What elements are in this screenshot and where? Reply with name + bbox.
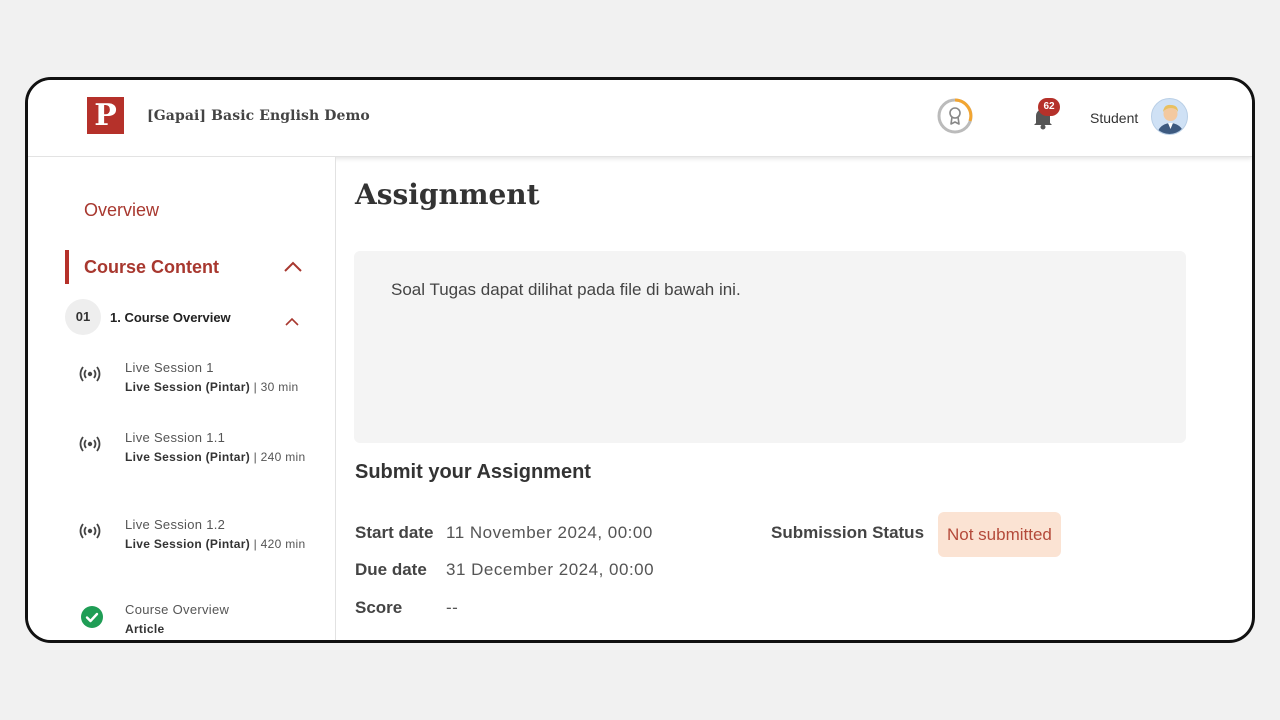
lesson-type: Live Session (Pintar) [125,537,250,551]
lesson-title: Live Session 1.2 [125,517,226,532]
course-content-heading[interactable]: Course Content [84,257,219,278]
assignment-description-box: Soal Tugas dapat dilihat pada file di ba… [354,251,1186,443]
due-date-value: 31 December 2024, 00:00 [446,560,655,579]
page-title: Assignment [355,178,540,211]
check-circle-icon [81,606,103,628]
lesson-duration: | 30 min [250,380,299,394]
broadcast-icon [78,365,102,383]
lesson-type: Live Session (Pintar) [125,450,250,464]
lesson-duration: | 420 min [250,537,306,551]
module-number: 01 [65,299,101,335]
lesson-title: Live Session 1 [125,360,214,375]
course-sidebar: Overview Course Content 01 1. Course Ove… [28,157,336,640]
submission-status-badge: Not submitted [938,512,1061,557]
lesson-item[interactable]: Course Overview Article [28,602,336,640]
lesson-title: Live Session 1.1 [125,430,226,445]
top-header: P [Gapai] Basic English Demo 62 Student [28,80,1252,157]
lesson-type: Article [125,622,165,636]
lesson-meta: Live Session (Pintar) | 30 min [125,379,310,395]
broadcast-icon [78,435,102,453]
app-window: P [Gapai] Basic English Demo 62 Student [25,77,1255,643]
assignment-description: Soal Tugas dapat dilihat pada file di ba… [391,280,741,299]
lesson-title: Course Overview [125,602,230,617]
achievement-badge-icon[interactable] [936,97,974,135]
score-value: -- [446,598,459,617]
broadcast-icon [78,522,102,540]
lesson-item[interactable]: Live Session 1.1 Live Session (Pintar) |… [28,430,336,490]
lesson-item[interactable]: Live Session 1 Live Session (Pintar) | 3… [28,360,336,410]
submit-section-title: Submit your Assignment [355,461,591,483]
score-label: Score [355,598,403,617]
lesson-meta: Live Session (Pintar) | 420 min [125,536,310,552]
course-title: [Gapai] Basic English Demo [147,108,370,124]
due-date-label: Due date [355,560,427,579]
chevron-up-icon[interactable] [283,260,303,274]
lesson-meta: Live Session (Pintar) | 240 min [125,449,310,465]
lesson-meta: Article [125,621,310,637]
user-avatar[interactable] [1151,98,1188,135]
lesson-item[interactable]: Live Session 1.2 Live Session (Pintar) |… [28,517,336,577]
submission-status-label: Submission Status [771,523,925,542]
lesson-type: Live Session (Pintar) [125,380,250,394]
user-name[interactable]: Student [1090,110,1138,126]
module-title[interactable]: 1. Course Overview [110,310,231,325]
start-date-value: 11 November 2024, 00:00 [446,523,653,542]
notification-count-badge: 62 [1038,98,1060,116]
start-date-label: Start date [355,523,434,542]
sidebar-overview-link[interactable]: Overview [84,200,159,221]
brand-logo[interactable]: P [87,97,124,134]
lesson-duration: | 240 min [250,450,306,464]
chevron-up-icon[interactable] [285,314,299,326]
active-section-indicator [65,250,69,284]
